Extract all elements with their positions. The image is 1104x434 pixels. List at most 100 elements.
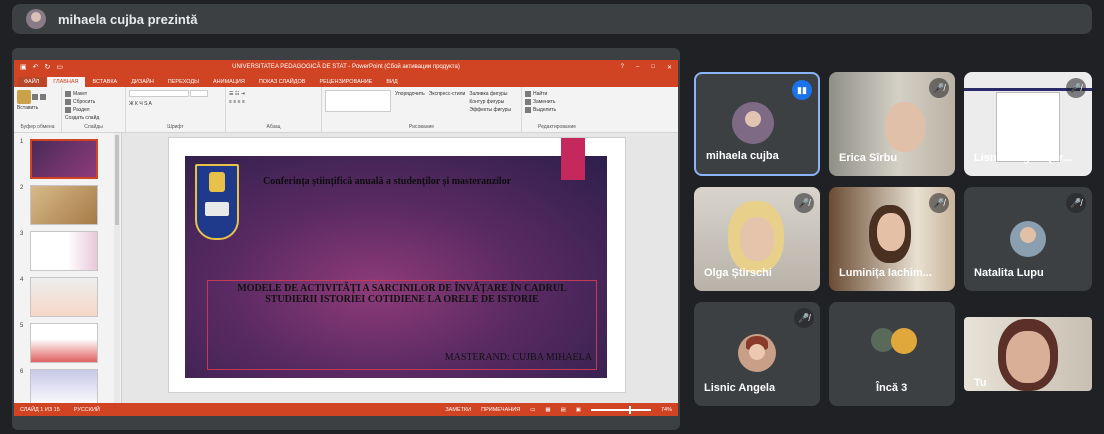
participant-tile[interactable]: ▮▮ mihaela cujba xyxy=(694,72,820,176)
font-color-icon[interactable]: A xyxy=(149,101,152,107)
paste-button[interactable]: Вставить xyxy=(17,104,58,112)
find-icon xyxy=(525,90,531,97)
tab-design[interactable]: ДИЗАЙН xyxy=(125,77,160,87)
slide-title: Conferința științifică anuală a studenți… xyxy=(263,176,512,187)
tab-animation[interactable]: АНИМАЦИЯ xyxy=(207,77,251,87)
replace-icon xyxy=(525,98,531,105)
italic-button[interactable]: К xyxy=(135,101,138,107)
numbering-icon[interactable]: ☷ xyxy=(235,91,239,97)
bullets-icon[interactable]: ☰ xyxy=(229,91,233,97)
slide-author: MASTERAND: CUJBA MIHAELA xyxy=(444,352,592,363)
editing-label: Редактирование xyxy=(537,124,577,130)
clipboard-group: Вставить Буфер обмена xyxy=(14,87,62,132)
strike-button[interactable]: S xyxy=(144,101,147,107)
arrange-button[interactable]: Упорядочить xyxy=(395,90,425,114)
help-icon[interactable]: ? xyxy=(621,64,624,71)
copy-icon[interactable] xyxy=(40,94,47,100)
zoom-level[interactable]: 74% xyxy=(661,407,672,413)
find-button[interactable]: Найти xyxy=(533,91,547,97)
presentation-panel[interactable]: ▣ ↶ ↻ ▭ UNIVERSITATEA PEDAGOGICĂ DE STAT… xyxy=(12,48,680,430)
quick-styles-button[interactable]: Экспресс-стили xyxy=(429,90,466,114)
participant-tile[interactable]: 🎤̸ Lisnic Angela (Pr... xyxy=(964,72,1092,176)
paragraph-group: ☰ ☷ ⇥ ≡ ≡ ≡ ≡ Абзац xyxy=(226,87,322,132)
thumbnail-scrollbar[interactable] xyxy=(114,133,120,403)
close-icon[interactable]: ✕ xyxy=(667,64,672,71)
slide-thumbnail-5[interactable] xyxy=(30,323,98,363)
paste-icon[interactable] xyxy=(17,90,31,104)
tab-slideshow[interactable]: ПОКАЗ СЛАЙДОВ xyxy=(253,77,312,87)
more-participants-tile[interactable]: Încă 3 xyxy=(829,302,955,406)
slide-thumbnail-4[interactable] xyxy=(30,277,98,317)
tab-home[interactable]: ГЛАВНАЯ xyxy=(47,77,85,87)
underline-button[interactable]: Ч xyxy=(139,101,142,107)
shape-effects-button[interactable]: Эффекты фигуры xyxy=(469,106,511,114)
tab-insert[interactable]: ВСТАВКА xyxy=(87,77,124,87)
justify-icon[interactable]: ≡ xyxy=(242,99,245,105)
tab-review[interactable]: РЕЦЕНЗИРОВАНИЕ xyxy=(313,77,378,87)
sorter-view-icon[interactable]: ▦ xyxy=(545,407,550,413)
slide-thumbnails[interactable]: 1 2 3 4 5 6 xyxy=(14,133,122,403)
avatar xyxy=(1010,221,1046,257)
slides-label: Слайды xyxy=(84,124,103,130)
tab-transitions[interactable]: ПЕРЕХОДЫ xyxy=(162,77,205,87)
participant-tile[interactable]: 🎤̸ Luminița Iachim... xyxy=(829,187,955,291)
select-button[interactable]: Выделить xyxy=(533,107,556,113)
slide-frame: Conferința științifică anuală a studenți… xyxy=(168,137,626,393)
new-slide-button[interactable]: Создать слайд xyxy=(65,114,122,122)
slide-thumbnail-3[interactable] xyxy=(30,231,98,271)
thumb-number: 5 xyxy=(20,323,24,329)
shape-outline-button[interactable]: Контур фигуры xyxy=(469,98,511,106)
normal-view-icon[interactable]: ▭ xyxy=(530,407,535,413)
participant-tile[interactable]: 🎤̸ Natalita Lupu xyxy=(964,187,1092,291)
presenter-bar: mihaela cujba prezintă xyxy=(12,4,1092,34)
audio-bars-icon: ▮▮ xyxy=(792,80,812,100)
ppt-status-bar: СЛАЙД 1 ИЗ 15 РУССКИЙ ЗАМЕТКИ ПРИМЕЧАНИЯ… xyxy=(14,403,678,416)
slide-thumbnail-2[interactable] xyxy=(30,185,98,225)
font-size-input[interactable] xyxy=(190,90,209,97)
section-button[interactable]: Раздел xyxy=(73,107,90,113)
participant-name: Lisnic Angela (Pr... xyxy=(974,152,1073,164)
shapes-gallery[interactable] xyxy=(325,90,391,112)
slideshow-view-icon[interactable]: ▣ xyxy=(576,407,581,413)
comments-button[interactable]: ПРИМЕЧАНИЯ xyxy=(481,407,520,413)
participant-tile[interactable]: 🎤̸ Lisnic Angela xyxy=(694,302,820,406)
current-slide[interactable]: Conferința științifică anuală a studenți… xyxy=(185,138,607,378)
maximize-icon[interactable]: □ xyxy=(651,64,655,71)
mic-off-icon: 🎤̸ xyxy=(1066,193,1086,213)
avatar xyxy=(732,102,774,144)
slide-thumbnail-1[interactable] xyxy=(30,139,98,179)
tab-view[interactable]: ВИД xyxy=(380,77,403,87)
align-left-icon[interactable]: ≡ xyxy=(229,99,232,105)
indent-icon[interactable]: ⇥ xyxy=(241,91,245,97)
slide-canvas: Conferința științifică anuală a studenți… xyxy=(124,133,678,403)
shape-fill-button[interactable]: Заливка фигуры xyxy=(469,90,511,98)
bold-button[interactable]: Ж xyxy=(129,101,134,107)
participant-name: Natalita Lupu xyxy=(974,267,1044,279)
mic-off-icon: 🎤̸ xyxy=(1066,78,1086,98)
reset-button[interactable]: Сбросить xyxy=(73,99,95,105)
replace-button[interactable]: Заменить xyxy=(533,99,555,105)
notes-button[interactable]: ЗАМЕТКИ xyxy=(445,407,471,413)
drawing-label: Рисование xyxy=(408,124,435,130)
thumb-number: 2 xyxy=(20,185,24,191)
minimize-icon[interactable]: – xyxy=(636,64,639,71)
font-name-input[interactable] xyxy=(129,90,189,97)
slide-counter: СЛАЙД 1 ИЗ 15 xyxy=(20,406,60,413)
layout-button[interactable]: Макет xyxy=(73,91,87,97)
cut-icon[interactable] xyxy=(32,94,39,100)
language-indicator[interactable]: РУССКИЙ xyxy=(74,407,100,413)
zoom-slider[interactable] xyxy=(590,405,651,414)
align-right-icon[interactable]: ≡ xyxy=(238,99,241,105)
tab-file[interactable]: ФАЙЛ xyxy=(18,77,46,87)
reading-view-icon[interactable]: ▤ xyxy=(561,407,566,413)
participant-tile[interactable]: 🎤̸ Olga Știrschi xyxy=(694,187,820,291)
slide-thumbnail-6[interactable] xyxy=(30,369,98,403)
participant-tile[interactable]: 🎤̸ Erica Sîrbu xyxy=(829,72,955,176)
self-view-tile[interactable]: Tu xyxy=(964,317,1092,391)
reset-icon xyxy=(65,98,71,105)
align-center-icon[interactable]: ≡ xyxy=(233,99,236,105)
thumb-number: 1 xyxy=(20,139,24,145)
layout-icon xyxy=(65,90,71,97)
participant-name: Erica Sîrbu xyxy=(839,152,898,164)
slide-textbox: MODELE DE ACTIVITĂȚI A SARCINILOR DE ÎNV… xyxy=(207,280,597,370)
